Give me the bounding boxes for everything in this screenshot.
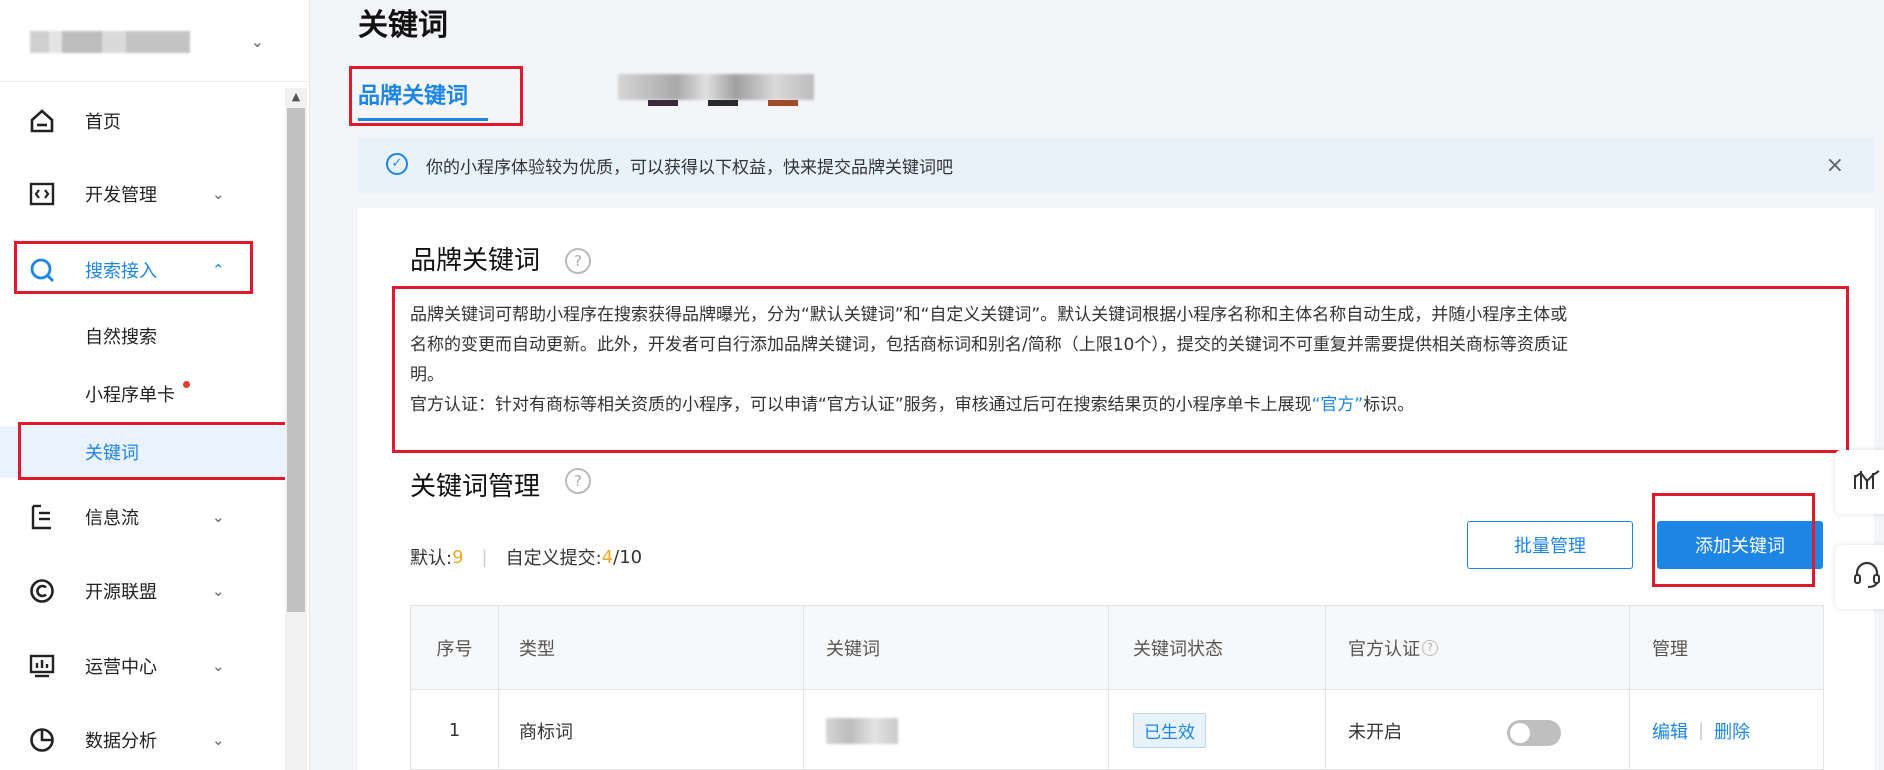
sidebar-item-dev-management[interactable]: 开发管理 ⌄ <box>0 168 285 220</box>
edit-link[interactable]: 编辑 <box>1652 718 1688 744</box>
close-icon[interactable]: × <box>1826 153 1844 178</box>
account-name-redacted <box>30 31 190 53</box>
account-switcher[interactable]: ⌄ <box>30 22 270 62</box>
feed-icon <box>28 503 56 531</box>
column-header-official: 官方认证 ? <box>1326 606 1630 690</box>
custom-count: 4 <box>601 546 614 568</box>
delete-link[interactable]: 删除 <box>1714 718 1750 744</box>
table-header-row: 序号 类型 关键词 关键词状态 官方认证 ? 管理 <box>411 606 1823 690</box>
sidebar-item-home[interactable]: 首页 <box>0 95 285 147</box>
pie-chart-icon <box>28 726 56 754</box>
sidebar-item-label: 首页 <box>85 112 121 133</box>
sidebar-subitem-label: 小程序单卡 <box>85 385 175 406</box>
check-circle-icon: ✓ <box>386 153 408 175</box>
sidebar-item-label: 开发管理 <box>85 185 157 206</box>
scroll-thumb[interactable] <box>287 108 305 612</box>
toggle-knob <box>1510 723 1530 743</box>
help-icon[interactable]: ? <box>565 248 591 274</box>
custom-total: /10 <box>613 546 643 568</box>
cell-type: 商标词 <box>499 690 804 770</box>
chevron-down-icon: ⌄ <box>212 582 225 600</box>
code-icon <box>28 180 56 208</box>
cell-status: 已生效 <box>1109 690 1326 770</box>
cell-index: 1 <box>411 690 499 770</box>
default-label: 默认: <box>410 548 453 569</box>
sidebar-item-open-source-alliance[interactable]: 开源联盟 ⌄ <box>0 565 285 617</box>
info-banner: ✓ 你的小程序体验较为优质，可以获得以下权益，快来提交品牌关键词吧 × <box>358 137 1874 193</box>
keyword-stats: 默认: 9 | 自定义提交: 4 /10 <box>410 544 642 570</box>
keyword-redacted <box>826 717 898 744</box>
highlight-box <box>18 422 290 480</box>
keyword-management-heading: 关键词管理 <box>410 472 541 502</box>
page-title: 关键词 <box>358 8 448 43</box>
sidebar-subitem-mini-program-card[interactable]: 小程序单卡 <box>0 368 285 420</box>
column-header-keyword: 关键词 <box>804 606 1109 690</box>
column-header-official-label: 官方认证 <box>1348 639 1420 660</box>
highlight-box <box>392 286 1849 453</box>
cell-manage: 编辑 | 删除 <box>1630 690 1825 770</box>
sidebar-item-label: 信息流 <box>85 508 139 529</box>
sidebar-divider <box>0 81 310 82</box>
sidebar-item-operations-center[interactable]: 运营中心 ⌄ <box>0 640 285 692</box>
chevron-down-icon: ⌄ <box>212 657 225 675</box>
sidebar-item-data-analysis[interactable]: 数据分析 ⌄ <box>0 714 285 766</box>
chevron-down-icon: ⌄ <box>212 508 225 526</box>
scroll-up-arrow-icon[interactable]: ▲ <box>285 88 307 106</box>
column-header-type: 类型 <box>499 606 804 690</box>
custom-label: 自定义提交: <box>505 548 602 569</box>
highlight-box <box>14 241 253 294</box>
chevron-down-icon: ⌄ <box>212 185 225 203</box>
cell-keyword <box>804 690 1109 770</box>
sidebar-scrollbar[interactable]: ▲ <box>285 88 307 770</box>
chevron-down-icon: ⌄ <box>250 32 264 51</box>
floating-analytics-button[interactable] <box>1835 450 1884 514</box>
sidebar-item-label: 数据分析 <box>85 731 157 752</box>
table-row: 1 商标词 已生效 未开启 编辑 | 删除 <box>411 690 1823 770</box>
notification-dot <box>183 381 190 388</box>
default-count: 9 <box>452 546 464 568</box>
sidebar-subitem-natural-search[interactable]: 自然搜索 <box>0 310 285 362</box>
help-icon[interactable]: ? <box>565 468 591 494</box>
column-header-index: 序号 <box>411 606 499 690</box>
chart-icon <box>1853 467 1881 497</box>
home-icon <box>28 107 56 135</box>
brand-keywords-heading: 品牌关键词 <box>410 246 541 276</box>
column-header-manage: 管理 <box>1652 639 1688 660</box>
official-status-text: 未开启 <box>1348 721 1402 743</box>
copyright-icon <box>28 577 56 605</box>
floating-support-button[interactable] <box>1835 545 1884 609</box>
highlight-box <box>349 66 523 126</box>
link-divider: | <box>1698 720 1705 741</box>
sidebar-subitem-label: 自然搜索 <box>85 327 157 348</box>
chevron-down-icon: ⌄ <box>212 731 225 749</box>
official-toggle[interactable] <box>1507 720 1561 746</box>
cell-official: 未开启 <box>1326 690 1630 770</box>
sidebar-item-label: 运营中心 <box>85 657 157 678</box>
status-badge: 已生效 <box>1133 713 1206 748</box>
keyword-table: 序号 类型 关键词 关键词状态 官方认证 ? 管理 1 商标词 已生效 未开启 … <box>410 605 1824 770</box>
headset-icon <box>1853 560 1881 594</box>
tab-redacted[interactable] <box>618 74 814 108</box>
column-header-status: 关键词状态 <box>1109 606 1326 690</box>
monitor-icon <box>28 652 56 680</box>
banner-text: 你的小程序体验较为优质，可以获得以下权益，快来提交品牌关键词吧 <box>426 157 953 178</box>
sidebar-item-feed[interactable]: 信息流 ⌄ <box>0 491 285 543</box>
highlight-box <box>1652 493 1815 587</box>
help-icon[interactable]: ? <box>1422 640 1438 656</box>
sidebar-item-label: 开源联盟 <box>85 582 157 603</box>
sidebar: ⌄ 首页 开发管理 ⌄ 搜索接入 ⌃ 自然搜索 小程序单卡 关键词 信息流 ⌄ … <box>0 0 310 770</box>
batch-manage-button[interactable]: 批量管理 <box>1467 521 1633 569</box>
divider: | <box>481 546 488 568</box>
